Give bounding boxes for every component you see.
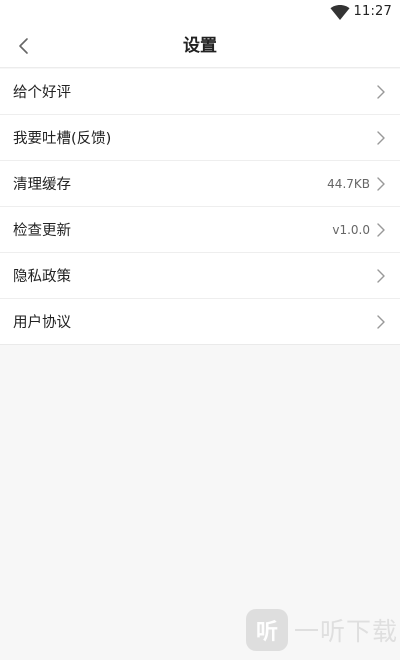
menu-item-label: 隐私政策 (13, 269, 71, 285)
menu-item-label: 给个好评 (13, 85, 71, 101)
navigation-bar: 设置 (0, 24, 400, 68)
chevron-right-icon (377, 84, 385, 99)
status-time: 11:27 (353, 4, 392, 19)
menu-item-check-update[interactable]: 检查更新 v1.0.0 (0, 207, 400, 253)
menu-item-user-agreement[interactable]: 用户协议 (0, 299, 400, 345)
chevron-right-icon (377, 222, 385, 237)
chevron-left-icon (19, 38, 28, 54)
chevron-right-icon (377, 176, 385, 191)
watermark-logo-char: 听 (255, 620, 278, 645)
watermark-text: 一听下载 (293, 617, 398, 646)
menu-item-label: 检查更新 (13, 223, 71, 239)
chevron-right-icon (377, 314, 385, 329)
page-title: 设置 (183, 36, 217, 56)
menu-item-privacy-policy[interactable]: 隐私政策 (0, 253, 400, 299)
wifi-icon (330, 5, 350, 20)
status-bar: 11:27 (0, 0, 400, 24)
menu-item-clear-cache[interactable]: 清理缓存 44.7KB (0, 161, 400, 207)
menu-item-label: 我要吐槽(反馈) (13, 131, 112, 147)
menu-item-label: 用户协议 (13, 315, 71, 331)
version-value: v1.0.0 (332, 222, 370, 237)
settings-screen: 11:27 设置 给个好评 我要吐槽(反馈) 清理缓存 44.7KB 检查更新 … (0, 0, 400, 660)
watermark-logo-icon: 听 (245, 609, 288, 651)
settings-menu: 给个好评 我要吐槽(反馈) 清理缓存 44.7KB 检查更新 v1.0.0 隐私… (0, 69, 400, 345)
menu-item-rate[interactable]: 给个好评 (0, 69, 400, 115)
back-button[interactable] (6, 28, 42, 64)
cache-size-value: 44.7KB (327, 176, 370, 191)
chevron-right-icon (377, 268, 385, 283)
menu-item-label: 清理缓存 (13, 177, 71, 193)
menu-item-feedback[interactable]: 我要吐槽(反馈) (0, 115, 400, 161)
watermark: 听 一听下载 (245, 608, 398, 652)
chevron-right-icon (377, 130, 385, 145)
